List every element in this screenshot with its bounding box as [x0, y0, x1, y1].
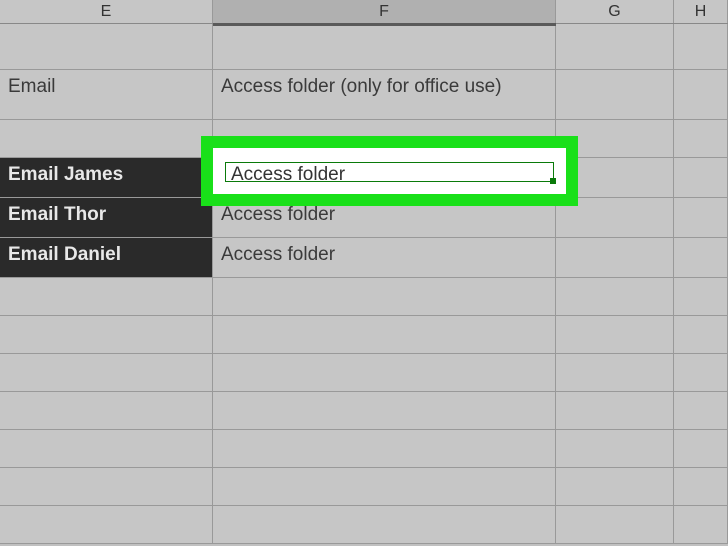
cell-E10[interactable]	[0, 392, 213, 429]
cell-E7[interactable]	[0, 278, 213, 315]
cell-E12[interactable]	[0, 468, 213, 505]
cell-H9[interactable]	[674, 354, 728, 391]
col-header-G[interactable]: G	[556, 0, 674, 23]
cell-E2[interactable]: Email	[0, 70, 213, 119]
cell-E4[interactable]: Email James	[0, 158, 213, 197]
cell-E13[interactable]	[0, 506, 213, 543]
cell-F8[interactable]	[213, 316, 556, 353]
grid-rows: Email Access folder (only for office use…	[0, 24, 728, 544]
cell-G13[interactable]	[556, 506, 674, 543]
cell-G1[interactable]	[556, 24, 674, 69]
cell-G2[interactable]	[556, 70, 674, 119]
row-6: Email Daniel Access folder	[0, 238, 728, 278]
row-8	[0, 316, 728, 354]
cell-H12[interactable]	[674, 468, 728, 505]
cell-H2[interactable]	[674, 70, 728, 119]
cell-F1[interactable]	[213, 24, 556, 69]
cell-E9[interactable]	[0, 354, 213, 391]
cell-E3[interactable]	[0, 120, 213, 157]
cell-F7[interactable]	[213, 278, 556, 315]
spreadsheet: E F G H Email Access folder (only for of…	[0, 0, 728, 546]
cell-F6[interactable]: Access folder	[213, 238, 556, 277]
cell-H10[interactable]	[674, 392, 728, 429]
row-9	[0, 354, 728, 392]
col-header-F[interactable]: F	[213, 0, 556, 23]
row-12	[0, 468, 728, 506]
col-header-E[interactable]: E	[0, 0, 213, 23]
cell-G9[interactable]	[556, 354, 674, 391]
cell-H5[interactable]	[674, 198, 728, 237]
row-7	[0, 278, 728, 316]
cell-G8[interactable]	[556, 316, 674, 353]
cell-E8[interactable]	[0, 316, 213, 353]
cell-G6[interactable]	[556, 238, 674, 277]
row-10	[0, 392, 728, 430]
selected-cell-highlight[interactable]: Access folder	[201, 136, 578, 206]
cell-H3[interactable]	[674, 120, 728, 157]
cell-G7[interactable]	[556, 278, 674, 315]
cell-F13[interactable]	[213, 506, 556, 543]
row-1	[0, 24, 728, 70]
cell-H11[interactable]	[674, 430, 728, 467]
row-11	[0, 430, 728, 468]
cell-H4[interactable]	[674, 158, 728, 197]
cell-H7[interactable]	[674, 278, 728, 315]
row-13	[0, 506, 728, 544]
selected-cell-value: Access folder	[231, 164, 345, 186]
cell-H6[interactable]	[674, 238, 728, 277]
cell-F2[interactable]: Access folder (only for office use)	[213, 70, 556, 119]
column-headers: E F G H	[0, 0, 728, 24]
row-2: Email Access folder (only for office use…	[0, 70, 728, 120]
cell-H8[interactable]	[674, 316, 728, 353]
col-header-H[interactable]: H	[674, 0, 728, 23]
fill-handle[interactable]	[550, 178, 556, 184]
cell-G11[interactable]	[556, 430, 674, 467]
cell-H13[interactable]	[674, 506, 728, 543]
cell-F11[interactable]	[213, 430, 556, 467]
cell-E11[interactable]	[0, 430, 213, 467]
cell-F10[interactable]	[213, 392, 556, 429]
cell-E1[interactable]	[0, 24, 213, 69]
cell-G10[interactable]	[556, 392, 674, 429]
cell-E6[interactable]: Email Daniel	[0, 238, 213, 277]
cell-H1[interactable]	[674, 24, 728, 69]
cell-E5[interactable]: Email Thor	[0, 198, 213, 237]
cell-G12[interactable]	[556, 468, 674, 505]
cell-F12[interactable]	[213, 468, 556, 505]
active-column-indicator	[213, 23, 556, 26]
cell-F9[interactable]	[213, 354, 556, 391]
